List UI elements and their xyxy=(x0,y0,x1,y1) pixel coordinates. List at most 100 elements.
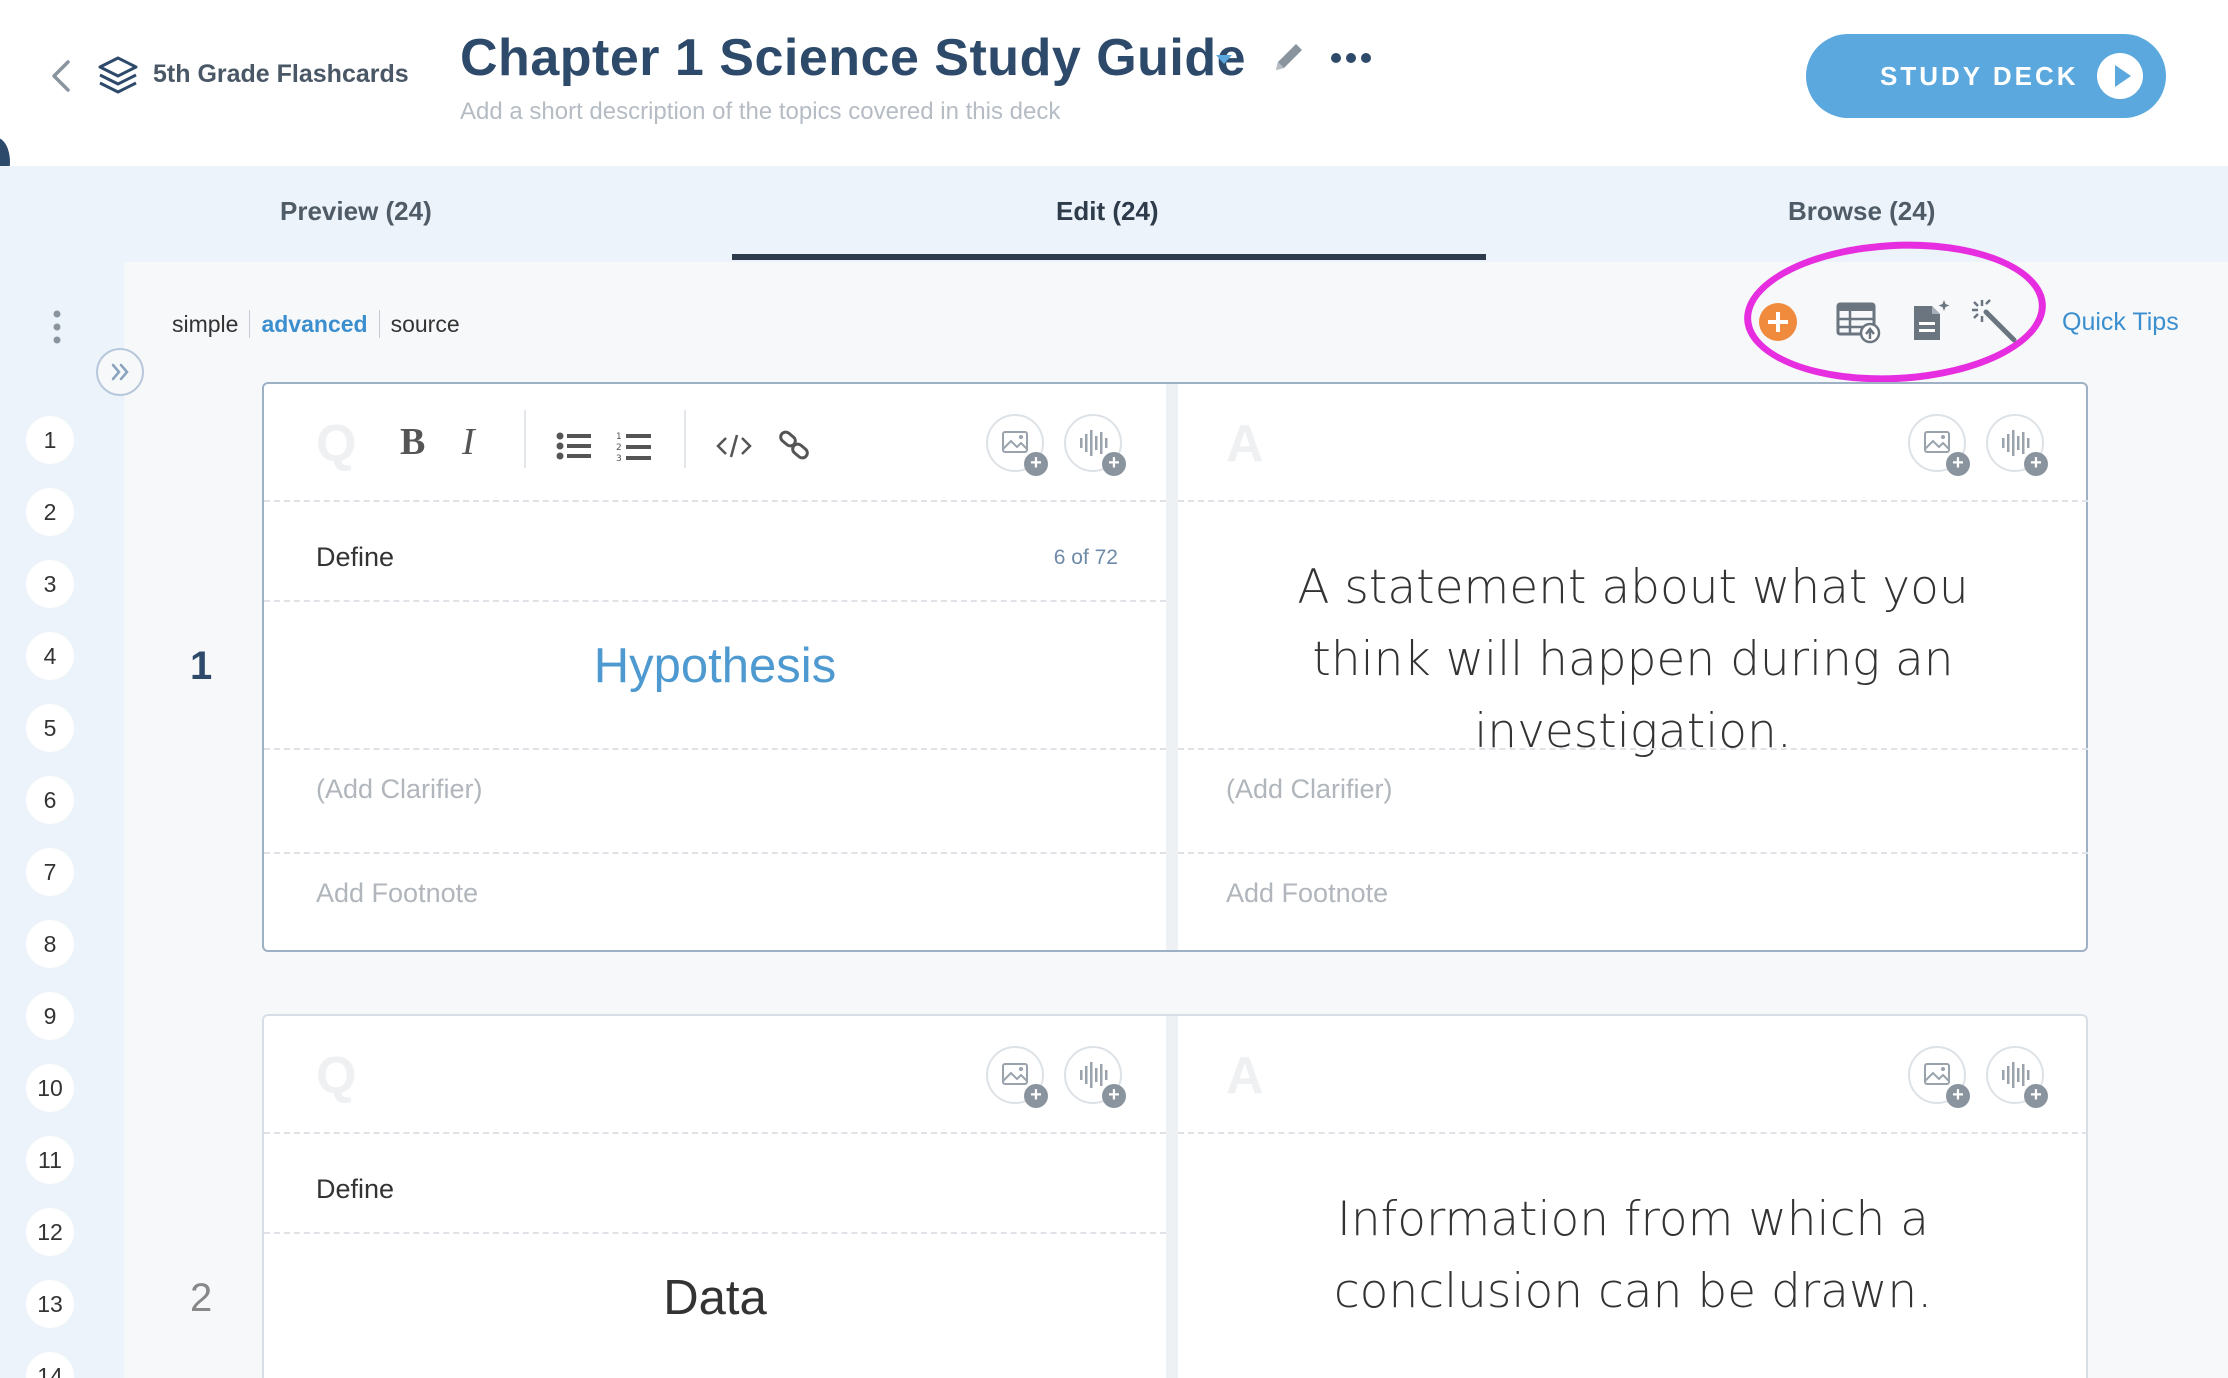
expand-rail-button[interactable] xyxy=(96,348,144,396)
tab-edit[interactable]: Edit (24) xyxy=(1056,196,1159,227)
plus-icon: + xyxy=(1024,452,1048,476)
add-image-button[interactable]: + xyxy=(1908,414,1970,476)
header: 5th Grade Flashcards Chapter 1 Science S… xyxy=(0,0,2228,186)
answer-field[interactable]: A statement about what you think will ha… xyxy=(1238,552,2028,768)
rail-card-number[interactable]: 13 xyxy=(26,1280,74,1328)
add-image-button[interactable]: + xyxy=(986,414,1048,476)
rail-card-number-label: 14 xyxy=(37,1363,63,1378)
caret-down-icon[interactable] xyxy=(1214,52,1234,66)
row-divider xyxy=(264,748,1166,750)
row-divider xyxy=(1178,500,2088,502)
pencil-icon[interactable] xyxy=(1270,40,1306,76)
italic-button[interactable]: I xyxy=(462,420,475,464)
tab-browse[interactable]: Browse (24) xyxy=(1788,196,1935,227)
link-icon[interactable] xyxy=(778,428,812,462)
row-divider xyxy=(264,600,1166,602)
answer-letter: A xyxy=(1226,1047,1264,1105)
rail-card-number[interactable]: 5 xyxy=(26,704,74,752)
row-divider xyxy=(264,500,1166,502)
footnote-field[interactable]: Add Footnote xyxy=(316,878,478,909)
row-divider xyxy=(264,1132,1166,1134)
active-tab-indicator xyxy=(732,254,1486,260)
rail-card-number[interactable]: 2 xyxy=(26,488,74,536)
plus-icon: + xyxy=(1102,452,1126,476)
quick-tips-link[interactable]: Quick Tips xyxy=(2062,308,2179,337)
flashcard: Q B I 1 2 3 + + Define 6 of 72 Hypothesi… xyxy=(262,382,2088,952)
plus-icon: + xyxy=(2024,1084,2048,1108)
mode-simple[interactable]: simple xyxy=(172,311,249,338)
mode-source[interactable]: source xyxy=(380,311,471,338)
page-title[interactable]: Chapter 1 Science Study Guide xyxy=(460,28,1246,88)
double-chevron-right-icon xyxy=(111,363,129,381)
row-divider xyxy=(264,1232,1166,1234)
svg-text:1: 1 xyxy=(616,432,622,442)
add-image-button[interactable]: + xyxy=(1908,1046,1970,1108)
back-chevron-icon[interactable] xyxy=(46,56,76,96)
plus-icon: + xyxy=(1024,1084,1048,1108)
plus-icon: + xyxy=(1946,1084,1970,1108)
plus-icon: + xyxy=(1946,452,1970,476)
prompt-label[interactable]: Define xyxy=(316,1174,394,1205)
add-audio-button[interactable]: + xyxy=(1064,414,1126,476)
clarifier-field[interactable]: (Add Clarifier) xyxy=(316,774,483,805)
study-deck-label: STUDY DECK xyxy=(1880,60,2079,91)
row-divider xyxy=(1178,1132,2088,1134)
row-divider xyxy=(264,852,1166,854)
rail-menu-icon[interactable] xyxy=(52,310,62,344)
rail-card-number[interactable]: 3 xyxy=(26,560,74,608)
question-letter: Q xyxy=(316,415,357,473)
answer-letter: A xyxy=(1226,415,1264,473)
bold-button[interactable]: B xyxy=(400,420,425,464)
svg-text:2: 2 xyxy=(616,443,622,453)
answer-side: A + + A statement about what you think w… xyxy=(1178,384,2088,950)
term-field[interactable]: Data xyxy=(264,1270,1166,1326)
breadcrumb[interactable]: 5th Grade Flashcards xyxy=(153,60,409,89)
question-side: Q B I 1 2 3 + + Define 6 of 72 Hypothesi… xyxy=(264,384,1166,950)
add-audio-button[interactable]: + xyxy=(1064,1046,1126,1108)
plus-icon: + xyxy=(1102,1084,1126,1108)
rail-card-number[interactable]: 11 xyxy=(26,1136,74,1184)
add-image-button[interactable]: + xyxy=(986,1046,1048,1108)
rail-card-number[interactable]: 8 xyxy=(26,920,74,968)
tab-preview[interactable]: Preview (24) xyxy=(280,196,432,227)
question-letter: Q xyxy=(316,1047,357,1105)
svg-text:3: 3 xyxy=(616,454,622,462)
row-divider xyxy=(1178,748,2088,750)
answer-field[interactable]: Information from which a conclusion can … xyxy=(1238,1184,2028,1328)
rail-card-number[interactable]: 1 xyxy=(26,416,74,464)
term-field[interactable]: Hypothesis xyxy=(264,638,1166,694)
question-side: Q + + Define Data xyxy=(264,1016,1166,1378)
card-number: 2 xyxy=(190,1276,213,1320)
card-divider xyxy=(1166,1016,1178,1378)
numbered-list-icon[interactable]: 1 2 3 xyxy=(616,430,652,462)
code-icon[interactable] xyxy=(716,432,752,460)
card-number: 1 xyxy=(190,644,213,688)
bullet-list-icon[interactable] xyxy=(556,432,592,460)
rail-card-number[interactable]: 9 xyxy=(26,992,74,1040)
description-field[interactable]: Add a short description of the topics co… xyxy=(460,98,1060,126)
rail-card-number[interactable]: 12 xyxy=(26,1208,74,1256)
row-divider xyxy=(1178,852,2088,854)
plus-icon: + xyxy=(2024,452,2048,476)
study-deck-button[interactable]: STUDY DECK xyxy=(1806,34,2166,118)
answer-side: A + + Information from which a conclusio… xyxy=(1178,1016,2088,1378)
add-audio-button[interactable]: + xyxy=(1986,414,2048,476)
play-icon xyxy=(2097,53,2143,99)
rail-card-number[interactable]: 10 xyxy=(26,1064,74,1112)
card-count: 6 of 72 xyxy=(1053,546,1118,569)
prompt-label[interactable]: Define xyxy=(316,542,394,573)
rail-card-number[interactable]: 4 xyxy=(26,632,74,680)
card-divider xyxy=(1166,384,1178,950)
editor-mode-switch: simple advanced source xyxy=(172,310,471,338)
clarifier-field[interactable]: (Add Clarifier) xyxy=(1226,774,1393,805)
toolbar-divider xyxy=(524,410,526,468)
footnote-field[interactable]: Add Footnote xyxy=(1226,878,1388,909)
flashcard: Q + + Define Data A + + Information from… xyxy=(262,1014,2088,1378)
add-audio-button[interactable]: + xyxy=(1986,1046,2048,1108)
rail-card-number[interactable]: 7 xyxy=(26,848,74,896)
mode-advanced[interactable]: advanced xyxy=(250,311,378,338)
deck-layers-icon xyxy=(98,56,138,94)
more-options-icon[interactable] xyxy=(1330,52,1372,64)
toolbar-divider xyxy=(684,410,686,468)
rail-card-number[interactable]: 6 xyxy=(26,776,74,824)
